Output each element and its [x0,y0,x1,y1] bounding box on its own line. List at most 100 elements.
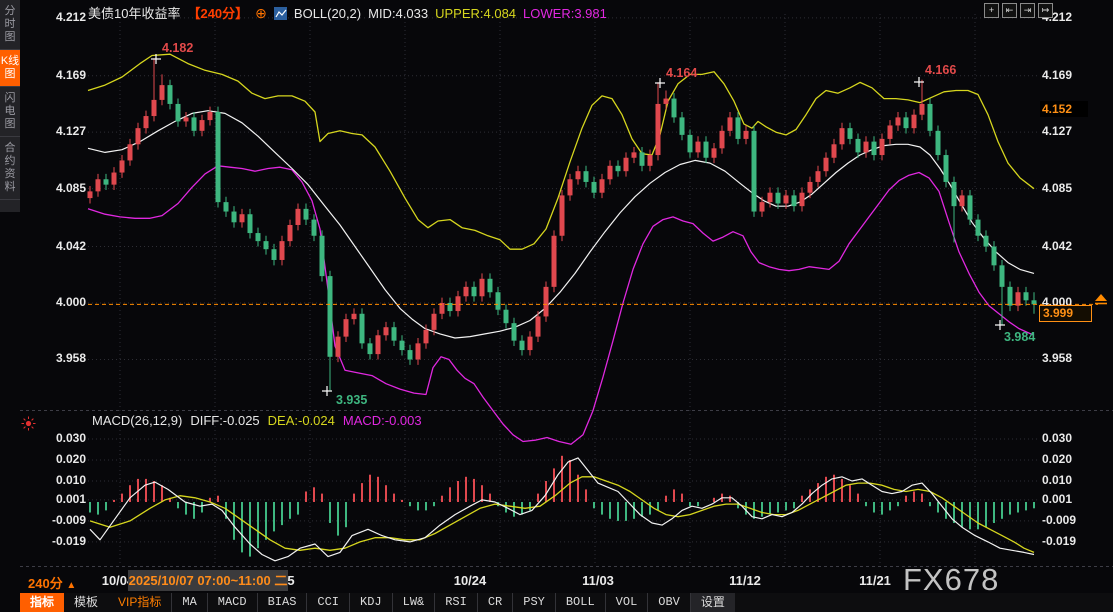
candle-body [952,182,957,206]
expand-x-icon[interactable]: ⇥ [1020,3,1035,18]
price-axis-label-left: 4.212 [50,10,86,24]
macd-diff-value: DIFF:-0.025 [190,413,259,428]
candle-body [312,220,317,236]
candle-body [560,195,565,235]
candle-body [320,236,325,276]
toolbar-item-4[interactable]: MACD [207,593,257,612]
compress-x-icon[interactable]: ⇤ [1002,3,1017,18]
candle-body [792,195,797,206]
candle-body [472,287,477,296]
candle-body [128,144,133,160]
candle-body [464,287,469,296]
candle-body [360,314,365,344]
candle-body [728,117,733,130]
candle-body [224,202,229,211]
candle-body [392,327,397,340]
candle-body [888,125,893,138]
macd-axis-label-left: 0.030 [50,431,86,445]
date-tick-label: 11/12 [729,573,761,588]
price-axis-label-left: 4.127 [50,124,86,138]
candle-body [744,131,749,139]
toolbar-item-14[interactable]: OBV [647,593,690,612]
toolbar-item-9[interactable]: RSI [434,593,477,612]
toolbar-item-0[interactable]: 指标 [20,593,64,612]
pan-tool-icon[interactable]: + [984,3,999,18]
sidebar: 分时图K线图闪电图合约资料 [0,0,20,212]
candle-body [216,112,221,202]
price-axis-label-right: 4.169 [1042,68,1072,82]
add-indicator-icon[interactable]: ⊕ [255,5,267,21]
toolbar-item-15[interactable]: 设置 [690,593,735,612]
candle-body [432,314,437,330]
macd-dea-value: DEA:-0.024 [268,413,335,428]
chart-canvas[interactable]: 4.1824.1644.1663.9353.984 [0,0,1113,612]
candle-body [832,144,837,157]
candle-body [168,85,173,104]
indicator-alert-icon[interactable] [21,416,36,431]
candle-body [240,214,245,222]
toolbar-item-7[interactable]: KDJ [349,593,392,612]
macd-axis-label-left: -0.019 [50,534,86,548]
candle-body [336,337,341,357]
price-axis-label-right: 4.042 [1042,239,1072,253]
price-axis-label-left: 3.958 [50,351,86,365]
sidebar-tab-2[interactable]: 闪电图 [0,87,20,137]
date-tick-label: 11/03 [582,573,614,588]
candle-body [720,131,725,148]
sidebar-tab-1[interactable]: K线图 [0,50,20,87]
toolbar-item-3[interactable]: MA [171,593,206,612]
toolbar-item-5[interactable]: BIAS [257,593,307,612]
boll-mid-value: MID:4.033 [368,6,428,21]
macd-axis-label-left: -0.009 [50,513,86,527]
candle-body [264,241,269,249]
candle-body [568,179,573,195]
macd-axis-label-right: 0.001 [1042,492,1072,506]
boll-indicator-label: BOLL(20,2) [294,6,361,21]
candle-body [104,179,109,184]
candle-body [1032,300,1037,304]
candle-body [368,343,373,354]
candle-body [1008,287,1013,306]
candle-body [1024,292,1029,300]
candle-body [760,202,765,211]
candle-body [288,225,293,241]
candle-body [680,117,685,134]
sidebar-tab-3[interactable]: 合约资料 [0,137,20,200]
candle-body [800,193,805,206]
toolbar-item-12[interactable]: BOLL [555,593,605,612]
candle-body [120,160,125,172]
price-axis-label-left: 4.085 [50,181,86,195]
candle-body [184,117,189,121]
candle-body [752,131,757,212]
toolbar-item-1[interactable]: 模板 [64,593,108,612]
toolbar-item-2[interactable]: VIP指标 [108,593,171,612]
toolbar-item-11[interactable]: PSY [512,593,555,612]
candle-body [280,241,285,260]
candle-body [408,350,413,359]
price-axis-label-right: 4.127 [1042,124,1072,138]
toolbar-item-8[interactable]: LW& [392,593,435,612]
macd-axis-label-right: 0.020 [1042,452,1072,466]
session-close-marker: 4.152 [1040,101,1088,117]
period-selector[interactable]: 240分 ▲ [28,573,76,592]
candle-body [656,104,661,155]
go-latest-icon[interactable]: ↦ [1038,3,1053,18]
chart-type-icon[interactable] [274,7,287,23]
toolbar-item-6[interactable]: CCI [306,593,349,612]
candle-body [928,104,933,131]
price-annotation: 4.166 [925,63,956,77]
candle-body [648,155,653,166]
candle-body [496,292,501,309]
toolbar-item-13[interactable]: VOL [605,593,648,612]
macd-axis-label-right: -0.009 [1042,513,1076,527]
candle-body [704,142,709,158]
candle-body [712,148,717,157]
sidebar-tab-0[interactable]: 分时图 [0,0,20,50]
toolbar-item-10[interactable]: CR [477,593,512,612]
candle-body [176,104,181,121]
candle-body [672,99,677,118]
candle-body [696,142,701,153]
candle-body [808,182,813,193]
boll-upper-value: UPPER:4.084 [435,6,516,21]
candle-body [384,327,389,335]
